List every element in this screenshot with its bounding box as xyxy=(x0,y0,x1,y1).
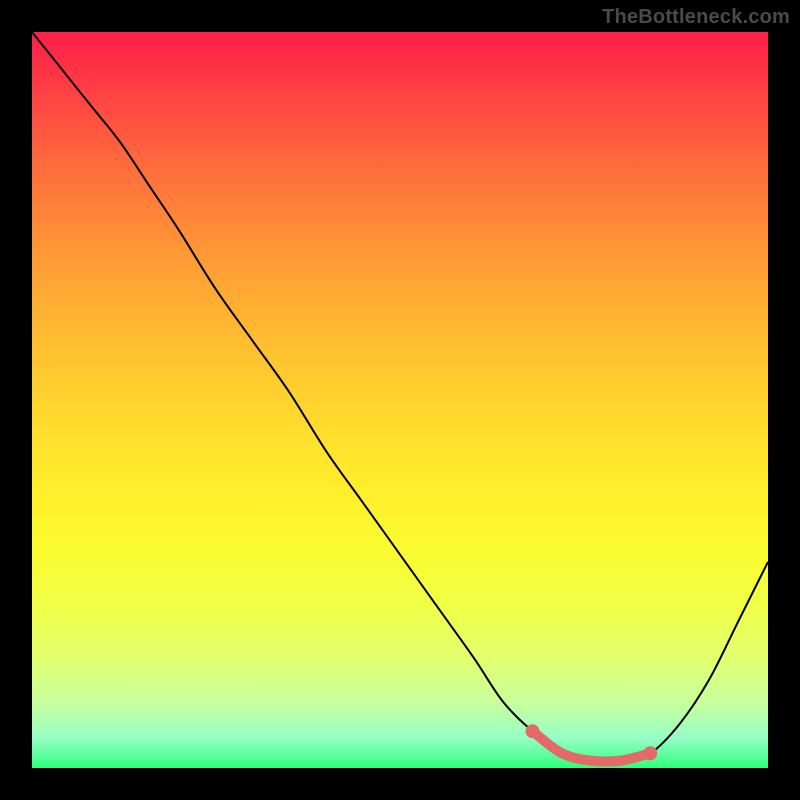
plot-area xyxy=(32,32,768,768)
watermark-text: TheBottleneck.com xyxy=(602,6,790,29)
chart-frame: TheBottleneck.com xyxy=(0,0,800,800)
highlight-dot xyxy=(586,756,596,766)
bottleneck-curve xyxy=(32,32,768,762)
highlight-min-region xyxy=(525,724,657,765)
curve-svg xyxy=(32,32,768,768)
highlight-dot xyxy=(616,756,626,766)
highlight-dot xyxy=(525,724,539,738)
highlight-dot xyxy=(643,746,657,760)
highlight-dot xyxy=(557,748,567,758)
